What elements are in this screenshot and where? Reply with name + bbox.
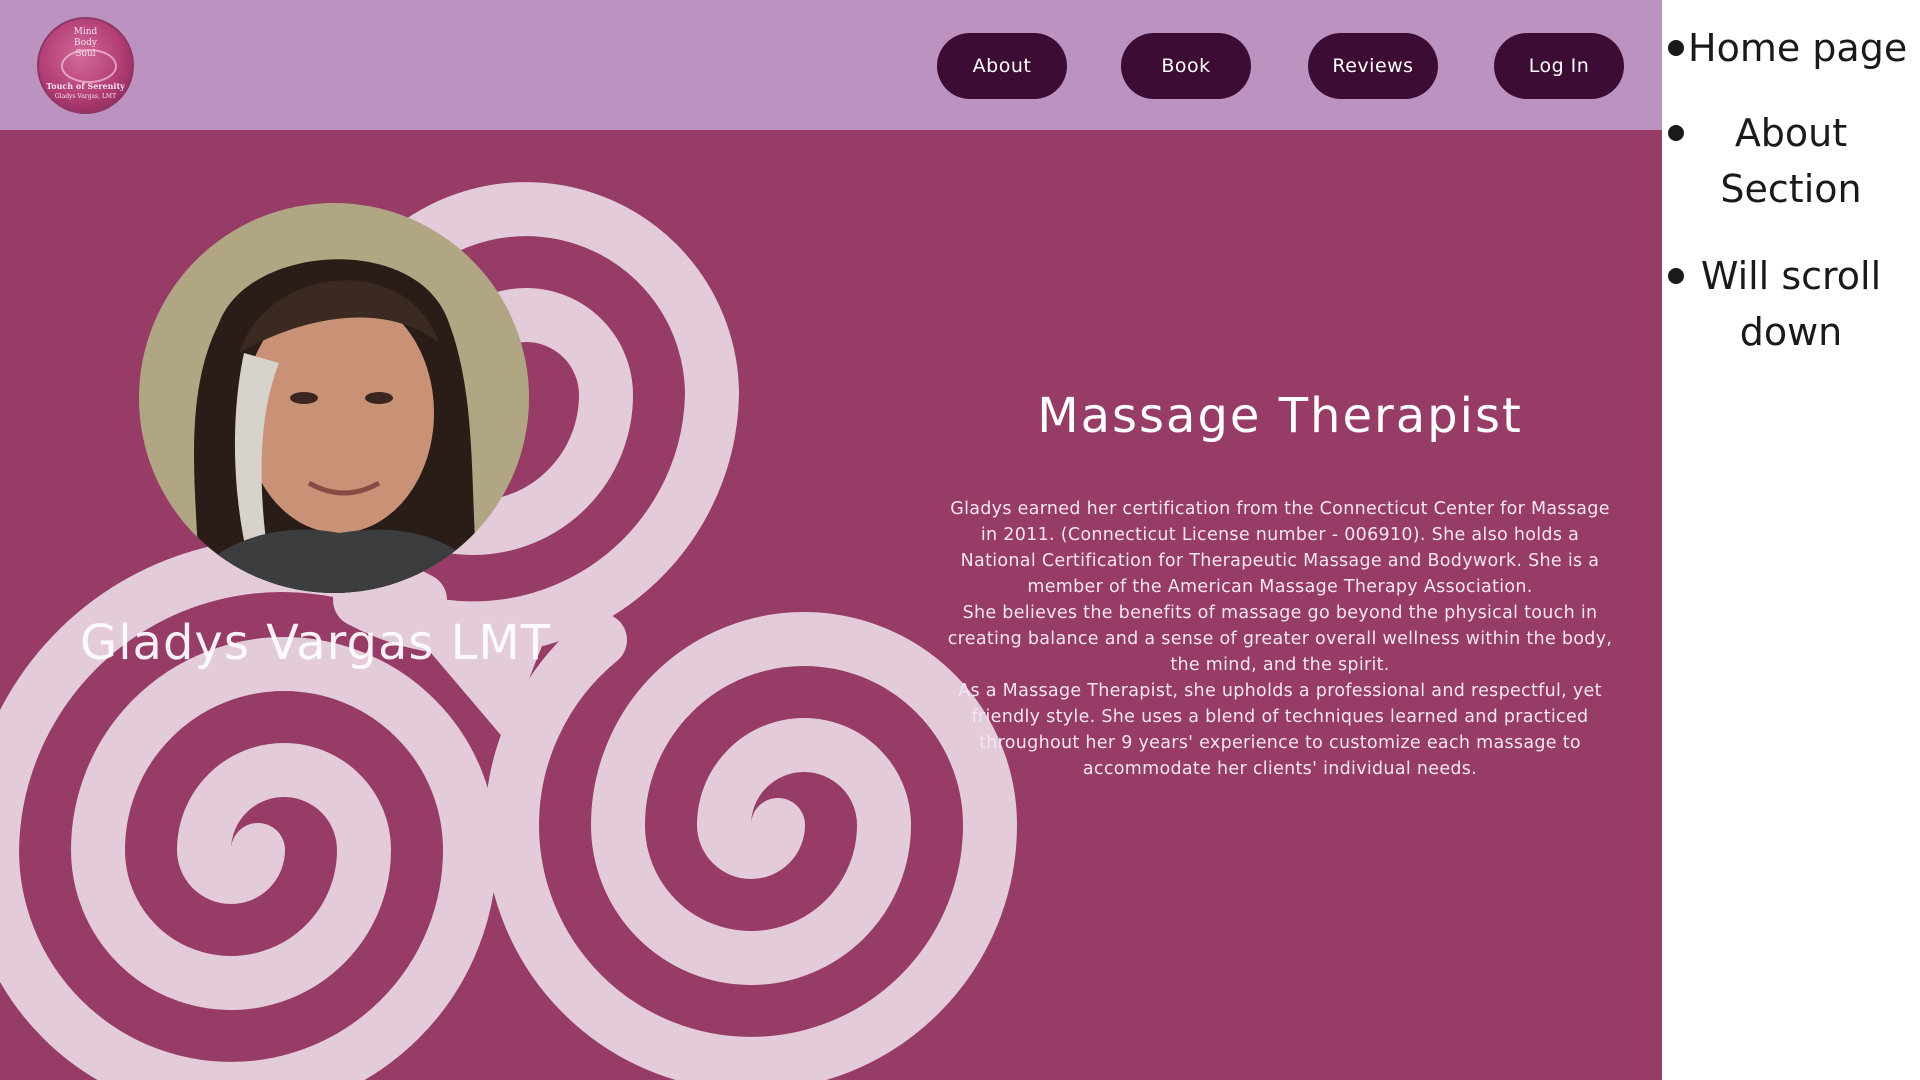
nav-login-button[interactable]: Log In: [1494, 33, 1624, 99]
profile-photo: [139, 203, 529, 593]
note-text: Will scroll down: [1700, 254, 1882, 354]
logo-subtitle: Gladys Vargas, LMT: [54, 93, 117, 100]
top-navbar: Mind Body Soul Touch of Serenity Gladys …: [0, 0, 1662, 130]
annotation-notes: Home page About Section Will scroll down: [1662, 0, 1920, 1080]
role-heading: Massage Therapist: [1037, 388, 1523, 444]
logo-name: Touch of Serenity: [46, 81, 125, 91]
portrait-image: [139, 203, 529, 593]
bio-paragraph: She believes the benefits of massage go …: [947, 603, 1613, 675]
nav-reviews-button[interactable]: Reviews: [1308, 33, 1438, 99]
bio-paragraph: As a Massage Therapist, she upholds a pr…: [958, 681, 1602, 779]
nav-about-button[interactable]: About: [937, 33, 1067, 99]
bio-text: Gladys earned her certification from the…: [945, 496, 1615, 782]
bullet-icon: [1668, 268, 1684, 284]
bullet-icon: [1668, 125, 1684, 141]
nav-book-button[interactable]: Book: [1121, 33, 1251, 99]
bullet-icon: [1668, 40, 1684, 56]
logo-swirl-icon: [61, 49, 117, 83]
note-text: About Section: [1720, 111, 1862, 211]
note-text: Home page: [1688, 26, 1908, 70]
therapist-name: Gladys Vargas LMT: [80, 615, 552, 671]
website-mockup: Gladys Vargas LMT Massage Therapist Glad…: [0, 0, 1662, 1080]
brand-logo[interactable]: Mind Body Soul Touch of Serenity Gladys …: [37, 17, 134, 114]
bio-paragraph: Gladys earned her certification from the…: [950, 499, 1610, 597]
note-item: Will scroll down: [1662, 248, 1920, 360]
note-item: Home page: [1662, 20, 1920, 76]
note-item: About Section: [1662, 105, 1920, 217]
spiral-right: [484, 612, 1018, 1080]
